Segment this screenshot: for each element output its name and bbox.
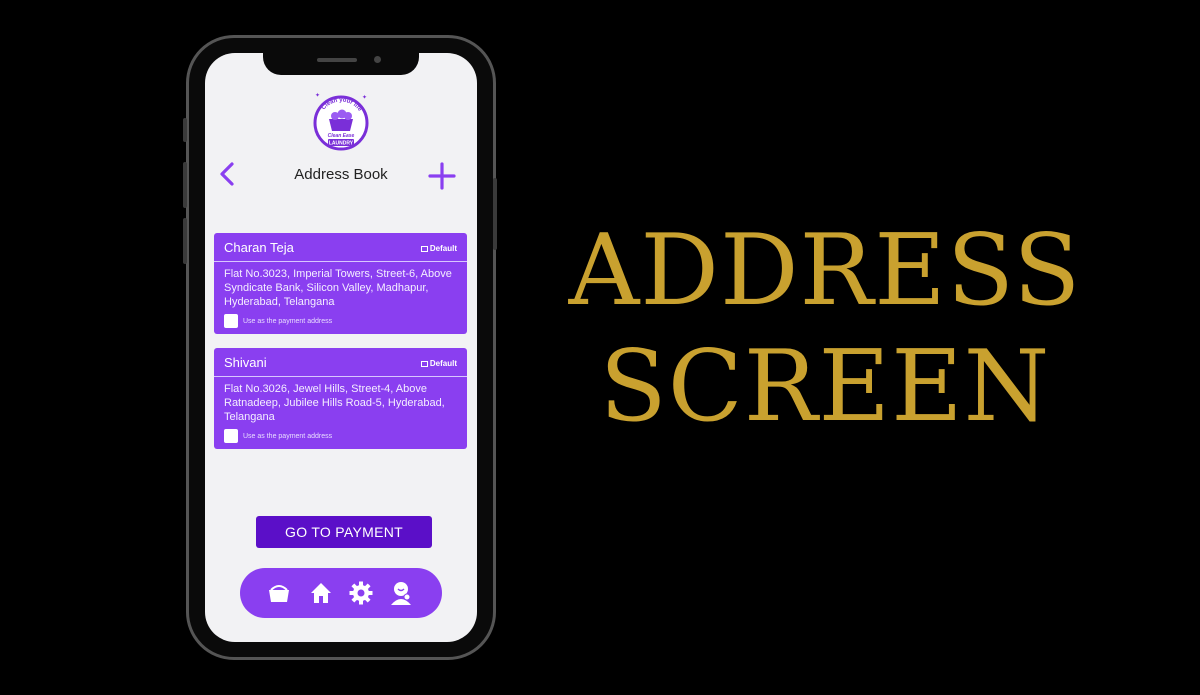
- address-card-header: Shivani Default: [214, 348, 467, 377]
- flag-icon: [420, 360, 428, 367]
- phone-volume-up: [183, 162, 187, 208]
- address-card[interactable]: Shivani Default Flat No.3026, Jewel Hill…: [214, 348, 467, 449]
- bottom-nav: [240, 568, 442, 618]
- phone-mute-switch: [183, 118, 187, 142]
- logo-name-line2: LAUNDRY: [329, 141, 354, 147]
- payment-address-label: Use as the payment address: [243, 318, 333, 325]
- default-badge: Default: [420, 244, 457, 253]
- default-badge: Default: [420, 359, 457, 368]
- payment-address-checkbox[interactable]: [224, 429, 238, 443]
- payment-address-label: Use as the payment address: [243, 433, 333, 440]
- svg-text:✦: ✦: [362, 94, 367, 101]
- default-badge-label: Default: [429, 244, 457, 253]
- logo-name-line1: Clean Ease: [328, 133, 355, 139]
- profile-icon[interactable]: [389, 580, 415, 606]
- address-text: Flat No.3026, Jewel Hills, Street-4, Abo…: [224, 383, 445, 423]
- camera: [374, 56, 381, 63]
- go-to-payment-button[interactable]: GO TO PAYMENT: [256, 516, 432, 548]
- address-name: Charan Teja: [224, 240, 294, 255]
- address-card-header: Charan Teja Default: [214, 233, 467, 262]
- flag-icon: [420, 245, 428, 252]
- basket-icon[interactable]: [266, 580, 292, 606]
- address-card[interactable]: Charan Teja Default Flat No.3023, Imperi…: [214, 233, 467, 334]
- phone-power-button: [493, 178, 497, 250]
- headline-line1: ADDRESS: [568, 214, 1082, 328]
- payment-address-checkbox[interactable]: [224, 314, 238, 328]
- svg-text:✦: ✦: [315, 92, 320, 99]
- plus-icon: [428, 162, 456, 190]
- headline-line2: SCREEN: [599, 330, 1051, 444]
- home-icon[interactable]: [308, 580, 334, 606]
- default-badge-label: Default: [429, 359, 457, 368]
- gear-icon[interactable]: [348, 580, 374, 606]
- phone-screen: Clean your life ✦ ✦ Clean Ease LAUNDRY A…: [205, 53, 477, 642]
- address-text: Flat No.3023, Imperial Towers, Street-6,…: [224, 268, 452, 308]
- notch: [263, 53, 419, 75]
- add-address-button[interactable]: [427, 161, 457, 191]
- laundry-logo: Clean your life ✦ ✦ Clean Ease LAUNDRY: [313, 92, 369, 151]
- speaker: [317, 58, 357, 62]
- phone-volume-down: [183, 218, 187, 264]
- address-name: Shivani: [224, 355, 267, 370]
